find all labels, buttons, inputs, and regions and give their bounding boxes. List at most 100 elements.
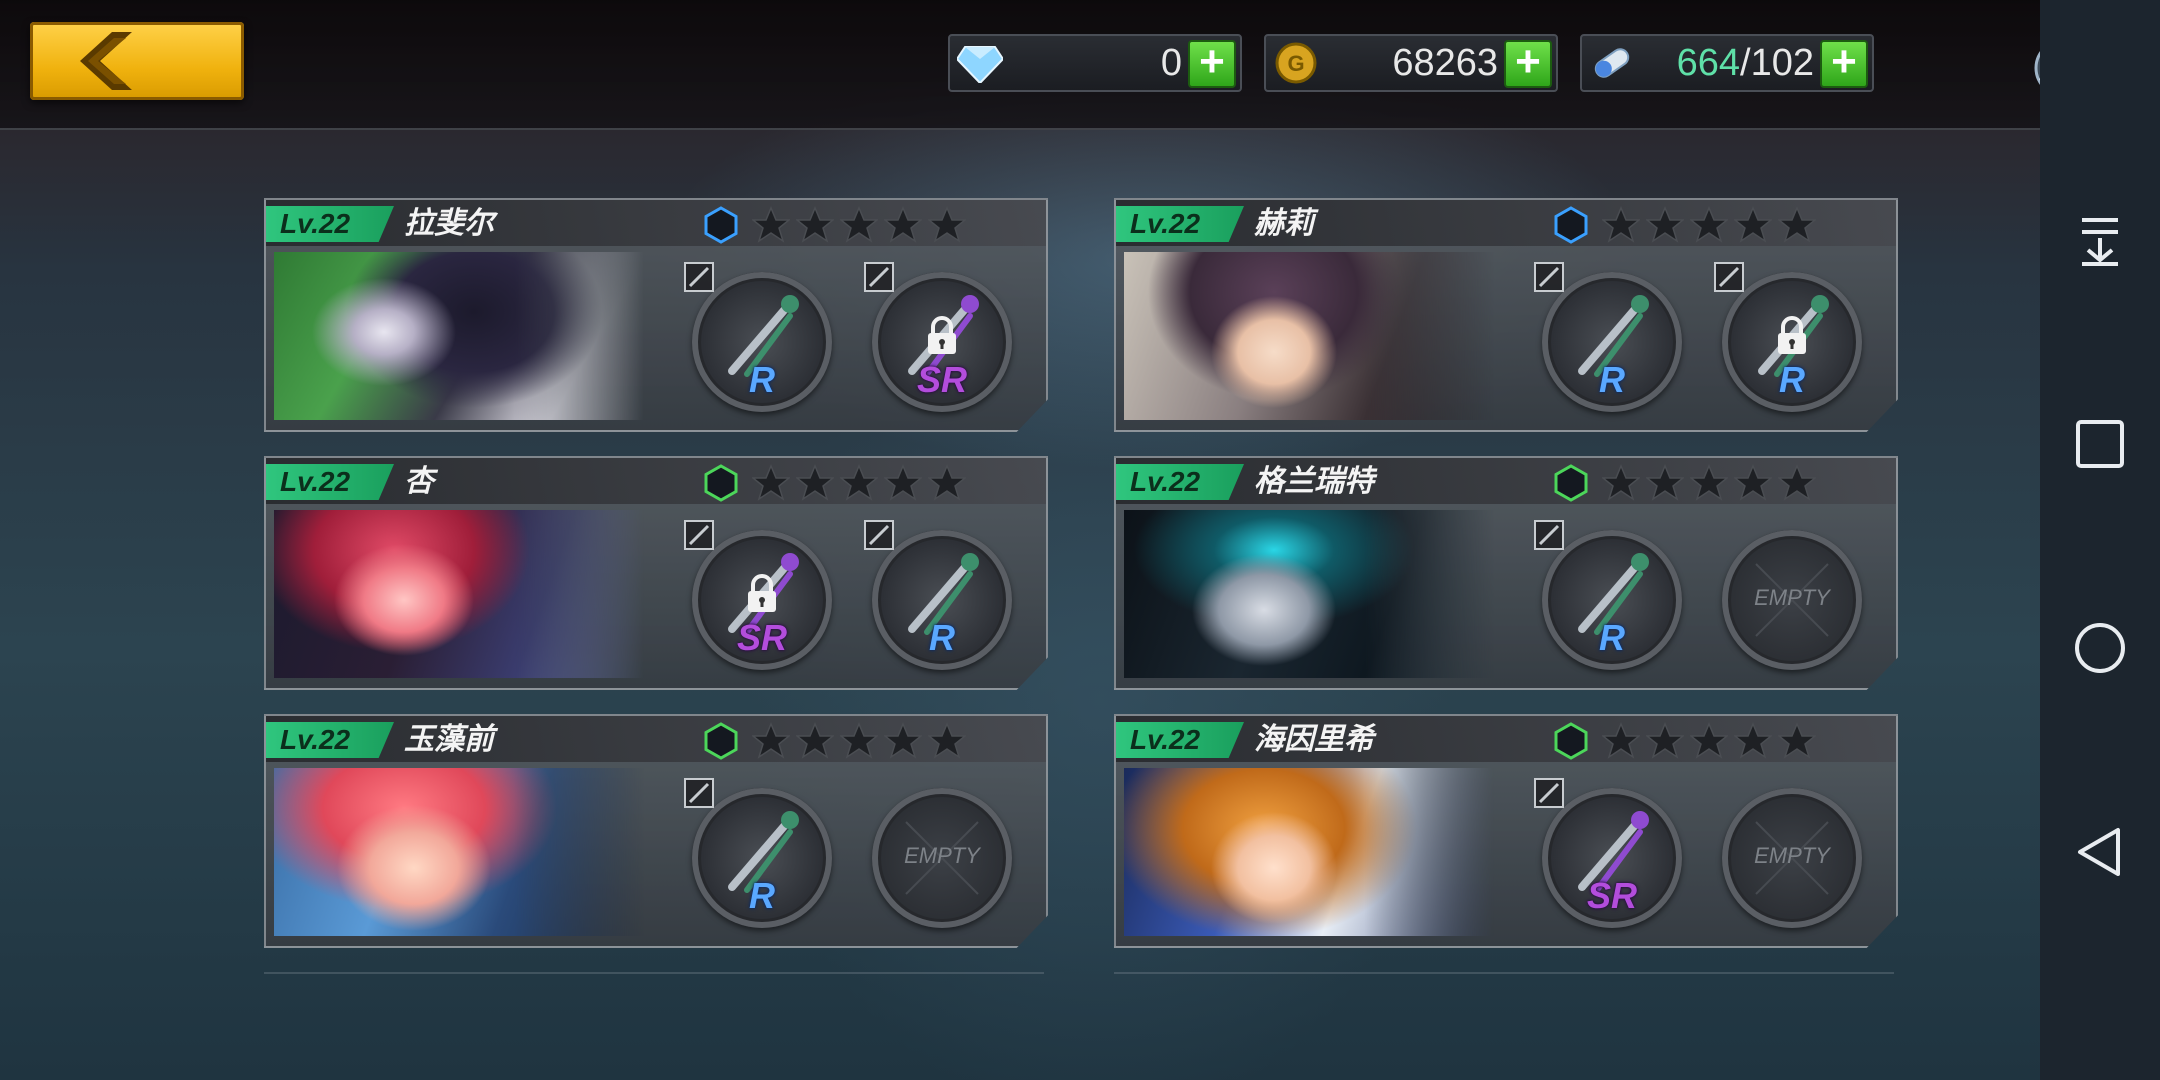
gold-counter: G 68263 +: [1264, 34, 1558, 92]
android-nav-bar: [2040, 0, 2160, 1080]
level-badge: Lv.22: [1116, 722, 1244, 758]
weapon-slot-2[interactable]: EMPTY: [1722, 530, 1862, 670]
gold-coin-icon: G: [1272, 40, 1320, 86]
level-badge: Lv.22: [1116, 464, 1244, 500]
edit-icon[interactable]: [864, 262, 894, 292]
rarity-label: R: [749, 359, 775, 400]
weapon-slot-1[interactable]: R: [684, 778, 832, 928]
weapon-slot-1[interactable]: R: [1534, 520, 1682, 670]
rarity-label: R: [1779, 359, 1805, 400]
character-portrait: [1124, 252, 1494, 420]
star-icon: [884, 722, 922, 759]
character-card[interactable]: Lv.22 格兰瑞特 R EMPTY: [1114, 456, 1898, 690]
weapon-slot-2[interactable]: SR: [864, 262, 1012, 412]
star-icon: [884, 206, 922, 243]
weapon-slot-1[interactable]: SR: [684, 520, 832, 670]
star-icon: [928, 464, 966, 501]
star-icon: [1778, 464, 1816, 501]
weapon-slot-2[interactable]: EMPTY: [872, 788, 1012, 928]
character-name: 赫莉: [1254, 207, 1314, 240]
lock-icon: [748, 574, 776, 612]
star-icon: [1646, 464, 1684, 501]
collapse-icon[interactable]: [2070, 208, 2130, 268]
rarity-label: R: [749, 875, 775, 916]
star-rating: [1602, 464, 1816, 502]
gem-value: 0: [1160, 42, 1182, 84]
edit-icon[interactable]: [684, 262, 714, 292]
top-bar: 0 + G 68263 + 664/102 +: [0, 0, 2040, 130]
empty-slot-label: EMPTY: [904, 843, 980, 868]
home-icon[interactable]: [2070, 618, 2130, 678]
add-stamina-button[interactable]: +: [1820, 40, 1868, 88]
weapon-slot-2[interactable]: EMPTY: [1722, 788, 1862, 928]
weapon-slot-2[interactable]: R: [1714, 262, 1862, 412]
star-icon: [884, 464, 922, 501]
character-card[interactable]: Lv.22 海因里希 SR EMPTY: [1114, 714, 1898, 948]
character-portrait: [274, 252, 644, 420]
stamina-counter: 664/102 +: [1580, 34, 1874, 92]
back-button[interactable]: [30, 22, 244, 100]
character-card[interactable]: Lv.22 拉斐尔 R SR: [264, 198, 1048, 432]
back-icon[interactable]: [2070, 822, 2130, 882]
star-icon: [928, 206, 966, 243]
rarity-label: SR: [736, 617, 787, 658]
level-badge: Lv.22: [266, 464, 394, 500]
star-icon: [1602, 206, 1640, 243]
edit-icon[interactable]: [1714, 262, 1744, 292]
recent-apps-icon[interactable]: [2070, 414, 2130, 474]
divider: [264, 972, 1044, 974]
svg-text:G: G: [1287, 51, 1304, 76]
star-icon: [1778, 206, 1816, 243]
rarity-label: SR: [916, 359, 967, 400]
edit-icon[interactable]: [864, 520, 894, 550]
rank-hexagon-icon: [1554, 464, 1588, 502]
character-portrait: [1124, 768, 1494, 936]
star-icon: [1690, 464, 1728, 501]
weapon-slot-2[interactable]: R: [864, 520, 1012, 670]
star-icon: [752, 206, 790, 243]
edit-icon[interactable]: [1534, 778, 1564, 808]
weapon-slot-1[interactable]: R: [684, 262, 832, 412]
star-icon: [840, 206, 878, 243]
character-name: 杏: [404, 465, 434, 498]
star-rating: [752, 464, 966, 502]
edit-icon[interactable]: [684, 778, 714, 808]
star-icon: [1602, 464, 1640, 501]
rarity-label: R: [1599, 359, 1625, 400]
star-icon: [840, 464, 878, 501]
edit-icon[interactable]: [1534, 262, 1564, 292]
star-icon: [1646, 722, 1684, 759]
character-card[interactable]: Lv.22 赫莉 R R: [1114, 198, 1898, 432]
star-icon: [752, 722, 790, 759]
star-rating: [1602, 206, 1816, 244]
star-icon: [796, 206, 834, 243]
character-card[interactable]: Lv.22 玉藻前 R EMPTY: [264, 714, 1048, 948]
level-badge: Lv.22: [266, 722, 394, 758]
character-name: 玉藻前: [404, 723, 494, 756]
star-icon: [1734, 722, 1772, 759]
edit-icon[interactable]: [1534, 520, 1564, 550]
rarity-label: R: [1599, 617, 1625, 658]
empty-slot-label: EMPTY: [1754, 843, 1830, 868]
star-icon: [928, 722, 966, 759]
weapon-slot-1[interactable]: R: [1534, 262, 1682, 412]
rarity-label: R: [929, 617, 955, 658]
empty-slot-label: EMPTY: [1754, 585, 1830, 610]
chevron-left-icon: [80, 32, 132, 90]
weapon-slot-1[interactable]: SR: [1534, 778, 1682, 928]
star-icon: [752, 464, 790, 501]
stamina-value: 664/102: [1676, 42, 1814, 84]
character-card[interactable]: Lv.22 杏 SR R: [264, 456, 1048, 690]
edit-icon[interactable]: [684, 520, 714, 550]
add-gold-button[interactable]: +: [1504, 40, 1552, 88]
star-icon: [1734, 206, 1772, 243]
add-gems-button[interactable]: +: [1188, 40, 1236, 88]
character-portrait: [274, 510, 644, 678]
star-icon: [1690, 722, 1728, 759]
star-rating: [752, 722, 966, 760]
star-icon: [840, 722, 878, 759]
character-name: 拉斐尔: [404, 207, 494, 240]
star-icon: [796, 722, 834, 759]
star-icon: [1734, 464, 1772, 501]
lock-icon: [928, 316, 956, 354]
